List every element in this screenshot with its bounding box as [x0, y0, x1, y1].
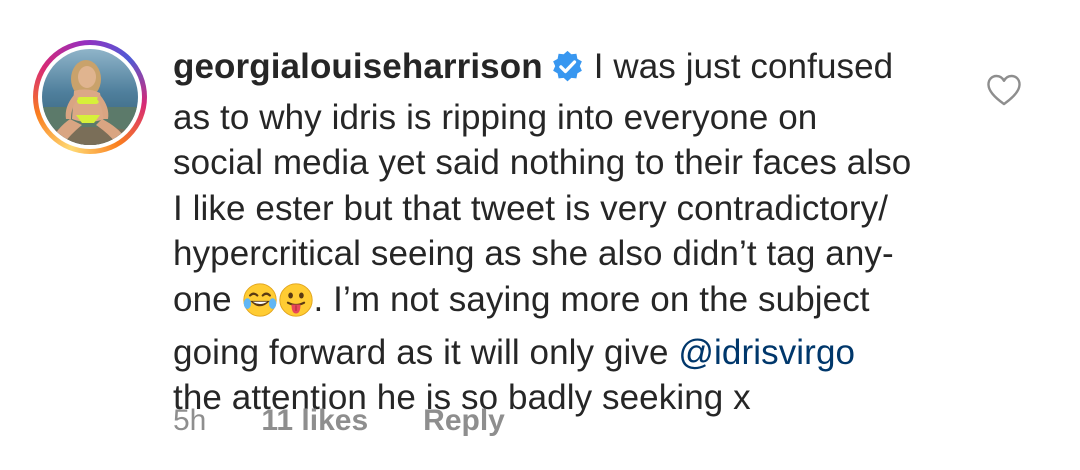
- comment-text-fragment: going forward as it will only give: [173, 332, 679, 372]
- likes-count-link[interactable]: 11 likes: [261, 404, 368, 438]
- avatar-photo: [42, 49, 138, 145]
- heart-outline-icon[interactable]: [986, 74, 1022, 106]
- avatar-story-ring[interactable]: [33, 40, 147, 154]
- mention-link[interactable]: @idrisvirgo: [678, 333, 855, 372]
- comment-body: georgialouiseharrison I was just confused…: [173, 44, 973, 421]
- verified-badge-icon: [551, 49, 584, 95]
- comment-text-fragment: . I’m not saying more on the subject: [313, 279, 870, 319]
- comment-item: georgialouiseharrison I was just confused…: [0, 0, 1080, 470]
- comment-text-line: I like ester but that tweet is very cont…: [173, 188, 889, 228]
- comment-line-8: going forward as it will only give @idri…: [173, 330, 973, 376]
- comment-meta: 5h 11 likes Reply: [173, 404, 505, 438]
- comment-line-6: one . I’m not saying more on the subject: [173, 277, 973, 330]
- username[interactable]: georgialouiseharrison: [173, 47, 543, 86]
- comment-line-1: georgialouiseharrison I was just confused: [173, 44, 973, 95]
- comment-text-line: hypercritical seeing as she also didn’t …: [173, 234, 894, 274]
- face-with-tongue-icon: [278, 282, 314, 330]
- avatar[interactable]: [42, 49, 138, 145]
- comment-text-line: as to why idris is ripping into everyone…: [173, 97, 818, 137]
- comment-timestamp: 5h: [173, 404, 207, 437]
- reply-button[interactable]: Reply: [423, 404, 505, 438]
- comment-text-line: I was just confused: [593, 47, 894, 86]
- face-with-tears-of-joy-icon: [242, 282, 278, 330]
- comment-text-line: social media yet said nothing to their f…: [173, 143, 912, 183]
- comment-text-fragment: one: [173, 279, 232, 319]
